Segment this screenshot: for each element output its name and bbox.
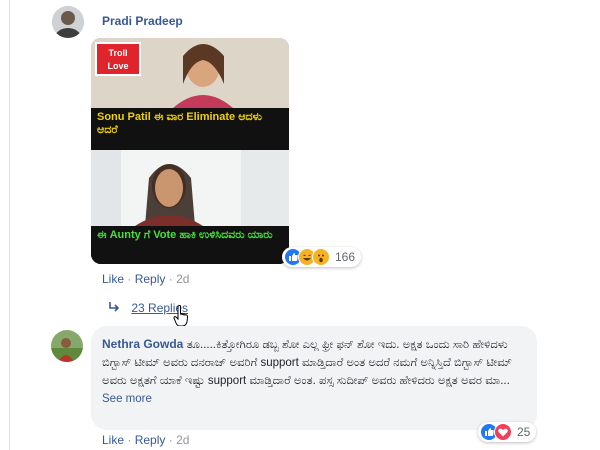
reaction-count: 25	[517, 425, 531, 439]
meme-bottom-panel	[91, 150, 289, 226]
meme-image[interactable]: Troll Love Sonu Patil ಈ ವಾರ Eliminate ಆದ…	[91, 38, 289, 264]
profile-photo-icon	[51, 330, 83, 362]
avatar[interactable]	[51, 330, 83, 362]
meme-caption-bottom: ಈ Aunty ಗೆ Vote ಹಾಕಿ ಉಳಿಸಿದವರು ಯಾರು	[91, 226, 289, 264]
separator: ·	[127, 433, 132, 447]
reaction-count: 166	[335, 250, 356, 264]
meme-caption-top: Sonu Patil ಈ ವಾರ Eliminate ಆದಳು ಆದರೆ	[91, 108, 289, 150]
badge-line-1: Troll	[108, 48, 128, 58]
avatar[interactable]	[52, 6, 84, 38]
comment-body: Nethra Gowda ತೂ.....ಕಿತ್ತೋಗಿರೂ ಡಬ್ಬ ಶೋ ಎ…	[102, 335, 530, 408]
separator: ·	[127, 272, 132, 286]
wow-reaction-icon	[312, 248, 330, 266]
woman-photo-2	[91, 150, 289, 226]
like-link[interactable]: Like	[102, 272, 124, 286]
separator: ·	[168, 272, 173, 286]
love-reaction-icon	[494, 423, 512, 441]
reply-arrow-icon	[108, 301, 120, 315]
separator: ·	[168, 433, 173, 447]
reaction-summary[interactable]: 25	[478, 422, 537, 442]
troll-love-badge: Troll Love	[95, 42, 141, 76]
profile-photo-icon	[52, 6, 84, 38]
see-more-link[interactable]: See more	[102, 393, 152, 405]
like-link[interactable]: Like	[102, 433, 124, 447]
comment-author[interactable]: Pradi Pradeep	[102, 14, 183, 28]
reaction-summary[interactable]: 166	[282, 247, 362, 267]
thread-line	[9, 0, 10, 450]
badge-line-2: Love	[107, 61, 129, 71]
comment-actions: Like · Reply · 2d	[102, 272, 189, 286]
meme-top-panel: Troll Love	[91, 38, 289, 108]
reply-link[interactable]: Reply	[135, 272, 166, 286]
timestamp[interactable]: 2d	[176, 433, 189, 447]
comment-actions: Like · Reply · 2d	[102, 433, 189, 447]
timestamp[interactable]: 2d	[176, 272, 189, 286]
comment-author[interactable]: Nethra Gowda	[102, 337, 183, 351]
reply-link[interactable]: Reply	[135, 433, 166, 447]
